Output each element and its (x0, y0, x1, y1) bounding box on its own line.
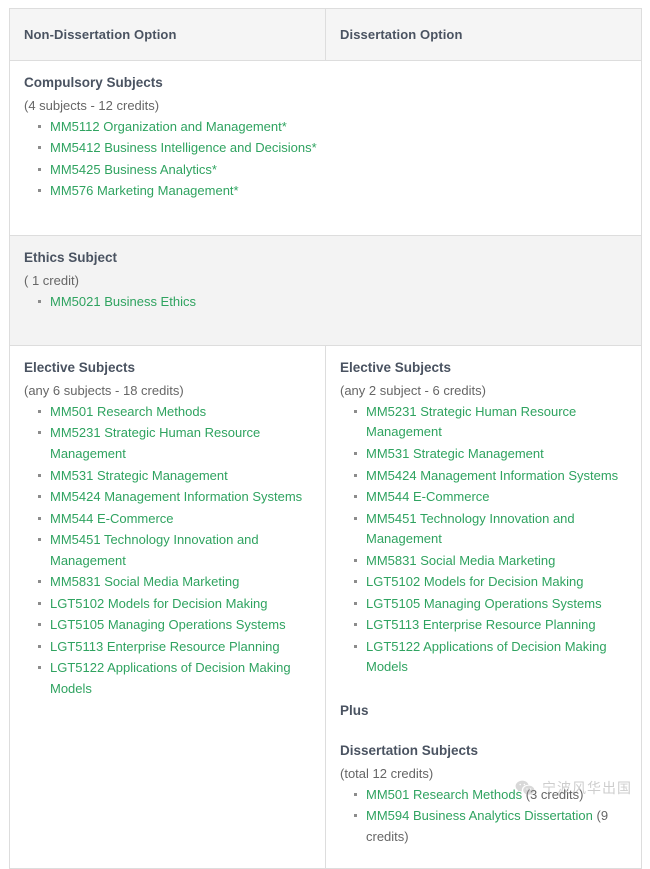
list-item[interactable]: MM5425 Business Analytics* (38, 160, 627, 182)
subject-link[interactable]: MM531 Strategic Management (50, 468, 228, 483)
compulsory-row: Compulsory Subjects (4 subjects - 12 cre… (9, 60, 642, 236)
subject-link[interactable]: LGT5105 Managing Operations Systems (50, 617, 286, 632)
list-item[interactable]: MM594 Business Analytics Dissertation (9… (354, 806, 627, 848)
ethics-bottom-spacer (24, 313, 627, 331)
subject-link[interactable]: MM5451 Technology Innovation and Managem… (366, 511, 575, 547)
subject-link[interactable]: LGT5113 Enterprise Resource Planning (50, 639, 280, 654)
subject-link[interactable]: MM5831 Social Media Marketing (50, 574, 239, 589)
list-item[interactable]: MM5451 Technology Innovation and Managem… (354, 509, 627, 551)
subject-link[interactable]: MM5425 Business Analytics* (50, 162, 217, 177)
list-item[interactable]: LGT5105 Managing Operations Systems (38, 615, 311, 637)
subject-link[interactable]: LGT5122 Applications of Decision Making … (50, 660, 291, 696)
subject-link[interactable]: LGT5113 Enterprise Resource Planning (366, 617, 596, 632)
list-item[interactable]: LGT5102 Models for Decision Making (354, 572, 627, 594)
column-header-dissertation: Dissertation Option (325, 8, 642, 61)
list-item[interactable]: LGT5122 Applications of Decision Making … (38, 658, 311, 700)
list-item[interactable]: MM5231 Strategic Human Resource Manageme… (354, 402, 627, 444)
list-item[interactable]: MM544 E-Commerce (38, 509, 311, 531)
subject-link[interactable]: LGT5105 Managing Operations Systems (366, 596, 602, 611)
subject-link[interactable]: MM501 Research Methods (366, 787, 522, 802)
subject-link[interactable]: MM5831 Social Media Marketing (366, 553, 555, 568)
list-item[interactable]: LGT5113 Enterprise Resource Planning (38, 637, 311, 659)
subject-link[interactable]: MM576 Marketing Management* (50, 183, 239, 198)
subject-link[interactable]: MM544 E-Commerce (50, 511, 174, 526)
list-item[interactable]: MM576 Marketing Management* (38, 181, 627, 203)
list-item[interactable]: MM5021 Business Ethics (38, 292, 627, 314)
electives-row: Elective Subjects (any 6 subjects - 18 c… (9, 345, 642, 869)
list-item[interactable]: MM5831 Social Media Marketing (354, 551, 627, 573)
ethics-subject-list: MM5021 Business Ethics (24, 292, 627, 314)
list-item[interactable]: MM5412 Business Intelligence and Decisio… (38, 138, 627, 160)
list-item[interactable]: MM531 Strategic Management (38, 466, 311, 488)
subject-link[interactable]: LGT5122 Applications of Decision Making … (366, 639, 607, 675)
compulsory-subtitle: (4 subjects - 12 credits) (24, 98, 160, 114)
subject-link[interactable]: MM544 E-Commerce (366, 489, 490, 504)
curriculum-table-wrapper: Non-Dissertation Option Dissertation Opt… (0, 0, 650, 869)
subject-link[interactable]: MM594 Business Analytics Dissertation (366, 808, 593, 823)
plus-label: Plus (340, 702, 369, 718)
list-item[interactable]: LGT5105 Managing Operations Systems (354, 594, 627, 616)
list-item[interactable]: MM5424 Management Information Systems (354, 466, 627, 488)
compulsory-bottom-spacer (24, 203, 627, 221)
ethics-title: Ethics Subject (24, 249, 118, 265)
subject-link[interactable]: LGT5102 Models for Decision Making (50, 596, 268, 611)
subject-link[interactable]: MM5021 Business Ethics (50, 294, 196, 309)
subject-credits-note: (3 credits) (522, 786, 584, 802)
list-item[interactable]: MM501 Research Methods (38, 402, 311, 424)
electives-left-cell: Elective Subjects (any 6 subjects - 18 c… (9, 345, 326, 869)
list-item[interactable]: MM5112 Organization and Management* (38, 117, 627, 139)
list-item[interactable]: MM544 E-Commerce (354, 487, 627, 509)
list-item[interactable]: MM5231 Strategic Human Resource Manageme… (38, 423, 311, 465)
column-header-non-dissertation: Non-Dissertation Option (9, 8, 326, 61)
subject-link[interactable]: MM5424 Management Information Systems (50, 489, 302, 504)
subject-link[interactable]: MM5231 Strategic Human Resource Manageme… (50, 425, 260, 461)
list-item[interactable]: MM5451 Technology Innovation and Managem… (38, 530, 311, 572)
list-item[interactable]: LGT5122 Applications of Decision Making … (354, 637, 627, 679)
list-item[interactable]: MM501 Research Methods (3 credits) (354, 785, 627, 807)
list-item[interactable]: LGT5102 Models for Decision Making (38, 594, 311, 616)
electives-right-title: Elective Subjects (340, 360, 452, 376)
electives-left-subtitle: (any 6 subjects - 18 credits) (24, 383, 184, 399)
ethics-cell: Ethics Subject ( 1 credit) MM5021 Busine… (9, 234, 642, 347)
subject-link[interactable]: LGT5102 Models for Decision Making (366, 574, 584, 589)
subject-link[interactable]: MM5412 Business Intelligence and Decisio… (50, 140, 317, 155)
subject-link[interactable]: MM5451 Technology Innovation and Managem… (50, 532, 259, 568)
list-item[interactable]: MM5831 Social Media Marketing (38, 572, 311, 594)
dissertation-subtitle: (total 12 credits) (340, 766, 434, 782)
compulsory-cell: Compulsory Subjects (4 subjects - 12 cre… (9, 60, 642, 236)
electives-right-list: MM5231 Strategic Human Resource Manageme… (340, 402, 627, 679)
subject-link[interactable]: MM501 Research Methods (50, 404, 206, 419)
dissertation-bottom-spacer (340, 848, 627, 854)
ethics-row: Ethics Subject ( 1 credit) MM5021 Busine… (9, 234, 642, 347)
electives-left-list: MM501 Research Methods MM5231 Strategic … (24, 402, 311, 700)
ethics-subtitle: ( 1 credit) (24, 273, 79, 289)
column-header-dissertation-label: Dissertation Option (340, 27, 463, 42)
compulsory-subject-list: MM5112 Organization and Management* MM54… (24, 117, 627, 203)
curriculum-table: Non-Dissertation Option Dissertation Opt… (9, 8, 642, 869)
subject-link[interactable]: MM5424 Management Information Systems (366, 468, 618, 483)
subject-link[interactable]: MM5231 Strategic Human Resource Manageme… (366, 404, 576, 440)
list-item[interactable]: MM5424 Management Information Systems (38, 487, 311, 509)
column-header-non-dissertation-label: Non-Dissertation Option (24, 27, 177, 42)
electives-left-title: Elective Subjects (24, 360, 136, 376)
dissertation-subject-list: MM501 Research Methods (3 credits) MM594… (340, 785, 627, 849)
subject-link[interactable]: MM5112 Organization and Management* (50, 119, 287, 134)
table-header-row: Non-Dissertation Option Dissertation Opt… (9, 8, 642, 61)
list-item[interactable]: LGT5113 Enterprise Resource Planning (354, 615, 627, 637)
compulsory-title: Compulsory Subjects (24, 75, 163, 90)
electives-right-subtitle: (any 2 subject - 6 credits) (340, 383, 486, 399)
electives-right-cell: Elective Subjects (any 2 subject - 6 cre… (325, 345, 642, 869)
subject-link[interactable]: MM531 Strategic Management (366, 446, 544, 461)
list-item[interactable]: MM531 Strategic Management (354, 444, 627, 466)
page-root: Non-Dissertation Option Dissertation Opt… (0, 0, 650, 869)
dissertation-title: Dissertation Subjects (340, 743, 479, 759)
